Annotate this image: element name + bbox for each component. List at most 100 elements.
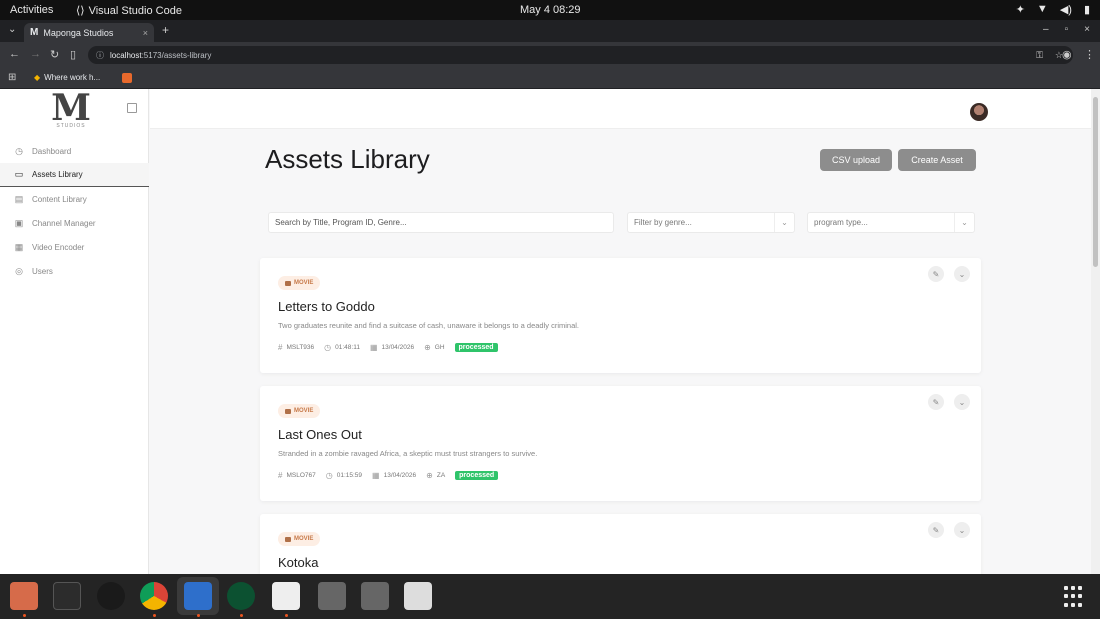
asset-card[interactable]: MOVIE Kotoka ✎ ⌄ bbox=[260, 514, 981, 574]
logo[interactable]: M STUDIOS bbox=[50, 90, 92, 129]
chevron-down-icon[interactable]: ⌄ bbox=[954, 394, 970, 410]
program-type-placeholder: program type... bbox=[814, 218, 868, 227]
asset-card[interactable]: MOVIE Letters to Goddo Two graduates reu… bbox=[260, 258, 981, 373]
sidebar-item-dashboard[interactable]: ◷ Dashboard bbox=[0, 139, 149, 163]
clock[interactable]: May 4 08:29 bbox=[520, 4, 581, 16]
close-window-icon[interactable]: × bbox=[1084, 24, 1090, 35]
users-icon: ◎ bbox=[15, 265, 23, 276]
browser-tab[interactable]: M Maponga Studios × bbox=[24, 23, 154, 42]
accessibility-icon: ✦ bbox=[1015, 4, 1025, 16]
drive-icon[interactable] bbox=[361, 582, 389, 610]
sidebar-item-label: Channel Manager bbox=[32, 218, 96, 228]
sidebar-item-assets-library[interactable]: ▭ Assets Library bbox=[0, 163, 149, 187]
close-tab-icon[interactable]: × bbox=[143, 28, 148, 38]
web-page: M STUDIOS ◷ Dashboard ▭ Assets Library ▤ Co… bbox=[0, 89, 1091, 574]
edit-icon[interactable]: ✎ bbox=[928, 522, 944, 538]
app-icon[interactable] bbox=[97, 582, 125, 610]
film-icon bbox=[285, 536, 291, 542]
favicon-icon: M bbox=[30, 27, 39, 38]
sidebar-item-video-encoder[interactable]: ▦ Video Encoder bbox=[0, 235, 149, 259]
running-indicator bbox=[285, 614, 288, 617]
activities-button[interactable]: Activities bbox=[10, 4, 53, 16]
asset-meta: # MSLO767 ◷ 01:15:59 ▦ 13/04/2026 ⊕ ZA proce… bbox=[278, 471, 499, 480]
globe-icon: ⊕ bbox=[426, 471, 433, 480]
new-tab-icon[interactable]: + bbox=[162, 23, 169, 37]
bookmark-item[interactable]: ◆ Where work h... bbox=[34, 73, 100, 82]
collapse-sidebar-icon[interactable] bbox=[127, 103, 137, 113]
film-icon bbox=[285, 280, 291, 286]
date: 13/04/2026 bbox=[383, 472, 417, 479]
edit-icon[interactable]: ✎ bbox=[928, 394, 944, 410]
url-host: localhost bbox=[110, 50, 142, 60]
volume-icon: ◀) bbox=[1059, 4, 1072, 16]
chevron-down-icon[interactable]: ⌄ bbox=[774, 213, 794, 232]
text-editor-icon[interactable] bbox=[272, 582, 300, 610]
window-controls: – ▫ × bbox=[1043, 24, 1090, 35]
vscode-icon: ⟨⟩ bbox=[76, 5, 85, 17]
side-panel-icon[interactable]: ▯ bbox=[70, 48, 76, 61]
app-name: Visual Studio Code bbox=[88, 4, 182, 17]
library-icon: ▤ bbox=[14, 193, 24, 204]
edit-icon[interactable]: ✎ bbox=[928, 266, 944, 282]
address-bar[interactable]: ⓘ localhost:5173/assets-library ⚿ ☆ bbox=[88, 46, 1073, 64]
create-asset-button[interactable]: Create Asset bbox=[898, 149, 976, 171]
bookmark-app-icon[interactable] bbox=[122, 73, 132, 83]
asset-description: Stranded in a zombie ravaged Africa, a s… bbox=[278, 449, 538, 458]
sidebar-item-content-library[interactable]: ▤ Content Library bbox=[0, 187, 149, 211]
sidebar-item-users[interactable]: ◎ Users bbox=[0, 259, 149, 283]
drive-icon[interactable] bbox=[318, 582, 346, 610]
system-tray[interactable]: ✦ ▼ ◀) ▮ bbox=[1016, 3, 1090, 16]
search-input[interactable]: Search by Title, Program ID, Genre... bbox=[268, 212, 614, 233]
chevron-down-icon[interactable]: ⌄ bbox=[954, 522, 970, 538]
site-info-icon[interactable]: ⓘ bbox=[96, 50, 104, 61]
clock-icon: ◷ bbox=[324, 343, 332, 352]
sidebar-item-label: Video Encoder bbox=[32, 242, 85, 252]
dashboard-icon: ◷ bbox=[15, 145, 23, 156]
chrome-icon[interactable] bbox=[140, 582, 168, 610]
avatar[interactable] bbox=[970, 103, 988, 121]
browser-menu-icon[interactable]: ⋮ bbox=[1084, 48, 1095, 61]
apps-grid-icon[interactable]: ⊞ bbox=[8, 72, 16, 83]
asset-card[interactable]: MOVIE Last Ones Out Stranded in a zombie… bbox=[260, 386, 981, 501]
forward-icon[interactable]: → bbox=[30, 48, 41, 60]
terminal-icon[interactable] bbox=[53, 582, 81, 610]
tab-search-icon[interactable]: ⌄ bbox=[8, 24, 16, 35]
mongodb-icon[interactable] bbox=[227, 582, 255, 610]
show-apps-icon[interactable] bbox=[1064, 586, 1086, 608]
files-icon[interactable] bbox=[10, 582, 38, 610]
scrollbar-thumb[interactable] bbox=[1093, 97, 1098, 267]
country: GH bbox=[434, 344, 445, 351]
browser-tab-strip: ⌄ M Maponga Studios × + – ▫ × bbox=[0, 20, 1100, 42]
program-type-select[interactable]: program type... ⌄ bbox=[807, 212, 975, 233]
page-title: Assets Library bbox=[265, 144, 430, 174]
reload-icon[interactable]: ↻ bbox=[50, 48, 59, 61]
asset-title[interactable]: Last Ones Out bbox=[278, 427, 362, 442]
type-badge-label: MOVIE bbox=[294, 408, 314, 414]
back-icon[interactable]: ← bbox=[9, 48, 20, 60]
asset-meta: # MSLT936 ◷ 01:48:11 ▦ 13/04/2026 ⊕ GH proce… bbox=[278, 343, 498, 352]
maximize-icon[interactable]: ▫ bbox=[1065, 24, 1069, 35]
minimize-icon[interactable]: – bbox=[1043, 24, 1049, 35]
sidebar-item-channel-manager[interactable]: ▣ Channel Manager bbox=[0, 211, 149, 235]
vscode-icon[interactable] bbox=[184, 582, 212, 610]
chevron-down-icon[interactable]: ⌄ bbox=[954, 213, 974, 232]
video-icon: ▦ bbox=[14, 241, 24, 252]
genre-filter-select[interactable]: Filter by genre... ⌄ bbox=[627, 212, 795, 233]
trash-icon[interactable] bbox=[404, 582, 432, 610]
asset-title[interactable]: Letters to Goddo bbox=[278, 299, 375, 314]
app-menu[interactable]: ⟨⟩ Visual Studio Code bbox=[76, 4, 182, 18]
calendar-icon: ▦ bbox=[369, 343, 378, 352]
asset-title[interactable]: Kotoka bbox=[278, 555, 318, 570]
wifi-icon: ▼ bbox=[1036, 3, 1048, 15]
page-scrollbar[interactable] bbox=[1091, 89, 1100, 574]
chevron-down-icon[interactable]: ⌄ bbox=[954, 266, 970, 282]
tab-title: Maponga Studios bbox=[43, 27, 114, 38]
calendar-icon: ▦ bbox=[372, 471, 380, 480]
duration: 01:15:59 bbox=[336, 472, 363, 479]
key-icon[interactable]: ⚿ bbox=[1036, 50, 1043, 61]
csv-upload-button[interactable]: CSV upload bbox=[820, 149, 892, 171]
profile-icon[interactable]: ◉ bbox=[1062, 48, 1072, 61]
browser-toolbar: ← → ↻ ▯ ⓘ localhost:5173/assets-library … bbox=[0, 42, 1100, 68]
program-id: MSLO767 bbox=[286, 472, 316, 479]
country: ZA bbox=[436, 472, 446, 479]
